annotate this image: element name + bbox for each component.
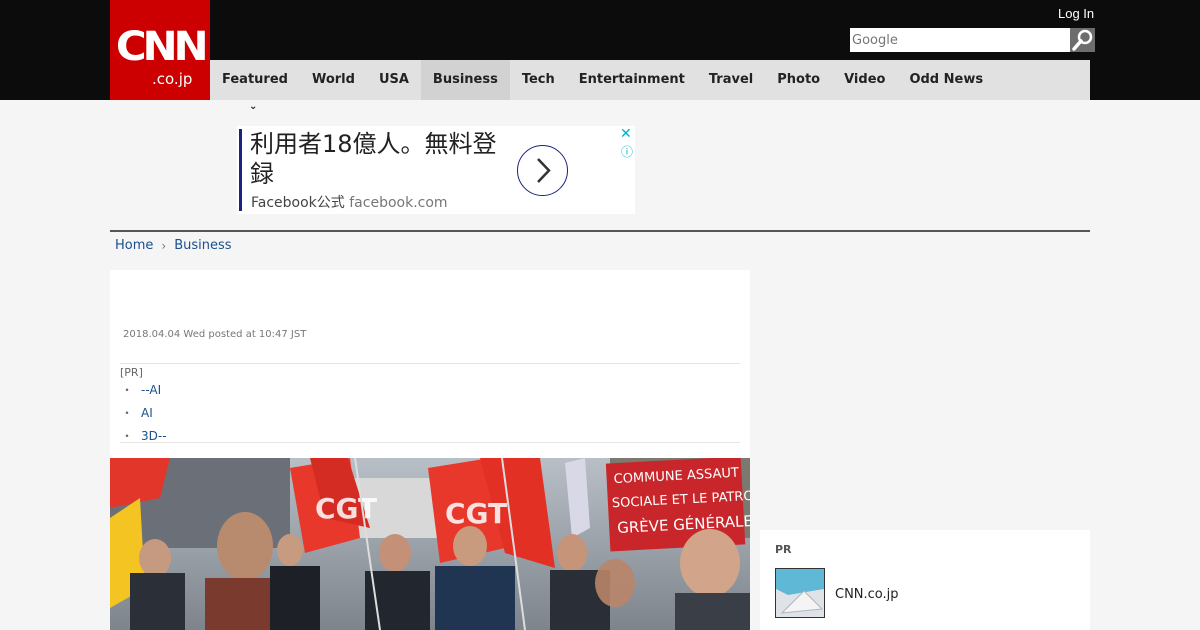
sidebar-pr-card[interactable]: PR CNN.co.jp xyxy=(760,530,1090,630)
nav-entertainment[interactable]: Entertainment xyxy=(567,60,697,100)
nav-video[interactable]: Video xyxy=(832,60,897,100)
pr-bottom-rule xyxy=(120,442,740,443)
ad-next-button[interactable] xyxy=(517,145,568,196)
ad-close-icon[interactable]: ✕ xyxy=(620,126,632,142)
ad-accent-bar xyxy=(239,129,242,211)
bullet: ・ xyxy=(121,429,134,443)
list-item[interactable]: ・ AI xyxy=(120,402,740,425)
ad-source-domain: facebook.com xyxy=(349,195,448,211)
nav-featured[interactable]: Featured ⌄ xyxy=(210,60,300,112)
nav-world[interactable]: World xyxy=(300,60,367,100)
bullet: ・ xyxy=(121,406,134,420)
protest-photo-illustration: COMMUNE ASSAUT SOCIALE ET LE PATRONAT GR… xyxy=(110,458,750,630)
main-nav: Featured ⌄ World USA Business Tech Enter… xyxy=(210,60,1090,112)
site-thumbnail-icon[interactable] xyxy=(775,568,825,618)
list-item[interactable]: ・ --AI xyxy=(120,379,740,402)
cnn-logo[interactable]: CNN .co.jp xyxy=(110,0,210,100)
bullet: ・ xyxy=(121,383,134,397)
article-card: 2018.04.04 Wed posted at 10:47 JST [PR] … xyxy=(110,270,750,630)
login-link[interactable]: Log In xyxy=(1058,6,1094,21)
breadcrumb-separator-icon: › xyxy=(161,238,167,253)
ad-info-icon[interactable]: ⓘ xyxy=(621,143,633,160)
logo-sub-text: .co.jp xyxy=(152,70,193,88)
section-divider xyxy=(110,230,1090,232)
breadcrumb: Home › Business xyxy=(115,238,232,253)
nav-tech[interactable]: Tech xyxy=(510,60,567,100)
article-photo[interactable]: COMMUNE ASSAUT SOCIALE ET LE PATRONAT GR… xyxy=(110,458,750,630)
pr-link[interactable]: AI xyxy=(141,402,153,425)
article-date: 2018.04.04 Wed posted at 10:47 JST xyxy=(123,329,307,340)
nav-business[interactable]: Business xyxy=(420,60,510,100)
chevron-right-icon xyxy=(537,158,551,183)
search-input[interactable] xyxy=(850,28,1070,52)
pr-link[interactable]: 3D-- xyxy=(141,425,167,448)
ad-headline[interactable]: 利用者18億人。無料登録 xyxy=(250,129,505,189)
chevron-down-icon: ⌄ xyxy=(248,101,258,112)
breadcrumb-home[interactable]: Home xyxy=(115,238,153,253)
nav-featured-label: Featured xyxy=(222,72,288,87)
sidebar-pr-site[interactable]: CNN.co.jp xyxy=(835,587,899,602)
search-button[interactable] xyxy=(1070,28,1095,52)
pr-label: [PR] xyxy=(120,366,143,379)
sidebar-pr-label: PR xyxy=(775,543,792,556)
svg-text:CGT: CGT xyxy=(445,497,507,530)
ad-source: Facebook公式 facebook.com xyxy=(251,192,448,212)
envelope-icon xyxy=(776,569,824,617)
ad-banner[interactable]: 利用者18億人。無料登録 Facebook公式 facebook.com ✕ ⓘ xyxy=(237,126,635,214)
breadcrumb-business[interactable]: Business xyxy=(174,238,231,253)
top-bar: CNN .co.jp Log In Featured ⌄ World USA B… xyxy=(0,0,1200,112)
ad-source-name: Facebook公式 xyxy=(251,195,345,211)
nav-usa[interactable]: USA xyxy=(367,60,421,100)
svg-text:CGT: CGT xyxy=(315,492,377,525)
nav-photo[interactable]: Photo xyxy=(765,60,832,100)
nav-odd-news[interactable]: Odd News xyxy=(897,60,995,100)
pr-links-block: [PR] ・ --AI ・ AI ・ 3D-- xyxy=(120,363,740,448)
pr-list: ・ --AI ・ AI ・ 3D-- xyxy=(120,379,740,448)
list-item[interactable]: ・ 3D-- xyxy=(120,425,740,448)
pr-link[interactable]: --AI xyxy=(141,379,161,402)
magnifier-icon xyxy=(1072,29,1093,51)
nav-travel[interactable]: Travel xyxy=(697,60,765,100)
logo-main-text: CNN xyxy=(115,24,209,70)
